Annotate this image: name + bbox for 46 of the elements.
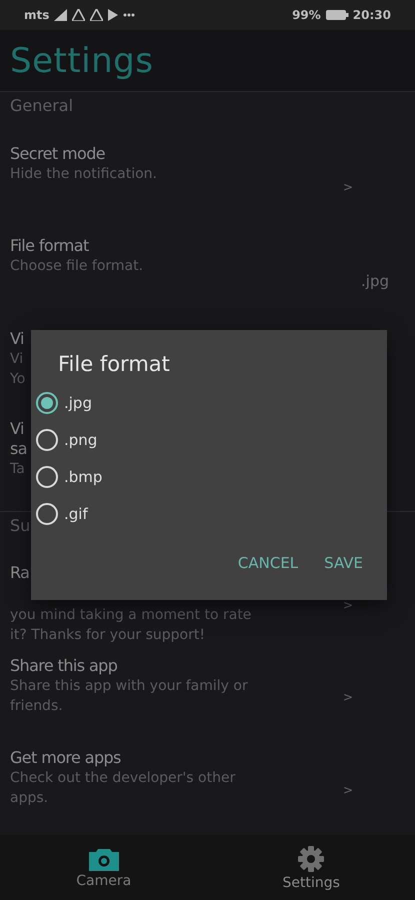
item-description: Check out the developer's other apps. [10, 769, 236, 808]
radio-option[interactable]: .gif [36, 495, 88, 532]
signal-icon [54, 9, 68, 21]
radio-button[interactable] [36, 502, 58, 524]
radio-option[interactable]: .png [36, 421, 98, 458]
item-value: .jpg [361, 272, 389, 290]
radio-option[interactable]: .jpg [36, 384, 92, 421]
gear-icon [297, 844, 326, 872]
item-title[interactable]: Ra [10, 563, 30, 583]
warning-icon [72, 9, 86, 21]
item-description: Vi Yo [10, 350, 26, 389]
radio-button[interactable] [36, 466, 58, 488]
item-title[interactable]: File format [10, 236, 89, 256]
nav-tab[interactable]: Camera [0, 835, 208, 900]
dialog-button[interactable]: CANCEL [230, 548, 306, 578]
item-title[interactable]: Vi [10, 329, 24, 349]
play-icon [108, 9, 118, 21]
chevron-icon: > [342, 598, 353, 612]
more-icon [123, 13, 136, 17]
dialog-button[interactable]: SAVE [316, 548, 371, 578]
nav-tab[interactable]: Settings [208, 835, 415, 900]
item-description: Choose file format. [10, 257, 144, 276]
page-title: Settings [10, 40, 154, 80]
chevron-icon: > [342, 180, 353, 194]
item-title[interactable]: Vi sa [10, 419, 27, 459]
dialog-title: File format [58, 351, 170, 378]
item-description: you mind taking a moment to rate it? Thanks for your support! [10, 606, 252, 645]
item-title[interactable]: Share this app [10, 656, 118, 676]
camera-icon [88, 846, 119, 870]
radio-button[interactable] [36, 428, 58, 450]
section-header: General [10, 96, 74, 117]
item-description: Ta [10, 460, 25, 479]
chevron-icon: > [342, 783, 353, 797]
section-header: Su [10, 516, 30, 537]
battery-icon [324, 9, 349, 21]
battery-percent: 99% [292, 8, 321, 22]
warning-icon [90, 9, 104, 21]
item-description: Hide the notification. [10, 165, 157, 184]
item-title[interactable]: Get more apps [10, 748, 121, 768]
carrier-label: mts [24, 8, 50, 22]
chevron-icon: > [342, 690, 353, 704]
radio-option[interactable]: .bmp [36, 458, 102, 495]
radio-button[interactable] [36, 392, 58, 414]
item-title[interactable]: Secret mode [10, 144, 106, 164]
item-description: Share this app with your family or friends. [10, 677, 248, 716]
clock: 20:30 [352, 8, 391, 22]
